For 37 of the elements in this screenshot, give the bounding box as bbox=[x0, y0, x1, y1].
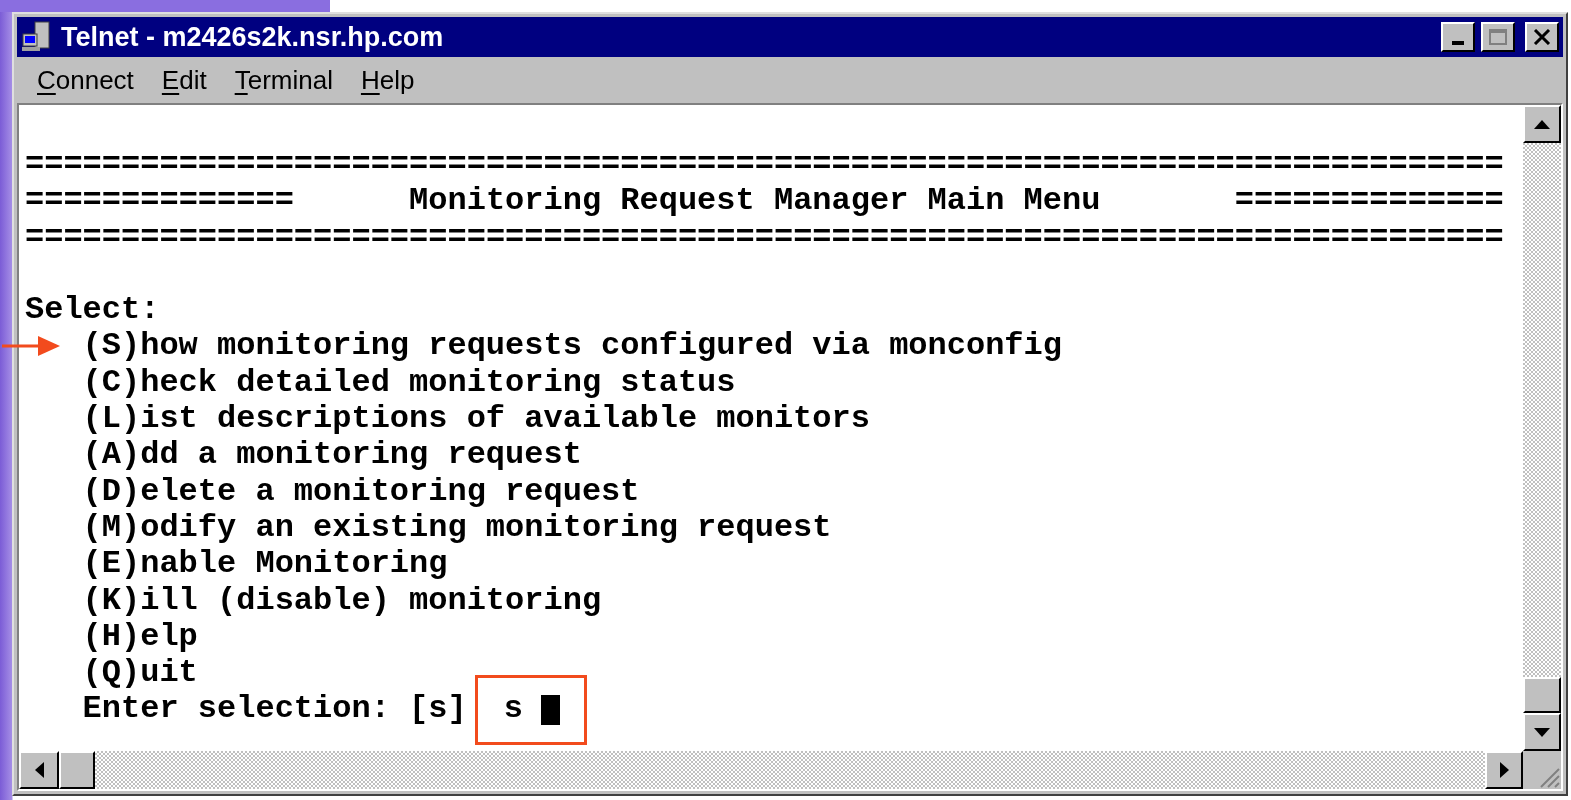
terminal-line: (H)elp bbox=[82, 617, 198, 655]
terminal-line: (M)odify an existing monitoring request bbox=[82, 508, 832, 546]
vertical-scrollbar[interactable] bbox=[1523, 105, 1561, 751]
window-title: Telnet - m2426s2k.nsr.hp.com bbox=[61, 23, 444, 51]
close-icon bbox=[1533, 29, 1551, 45]
terminal-line: (E)nable Monitoring bbox=[82, 545, 448, 583]
right-arrow-icon bbox=[1499, 762, 1509, 778]
terminal-line: ============================================================================= bbox=[25, 218, 1504, 256]
horizontal-scrollbar[interactable] bbox=[19, 751, 1523, 789]
scroll-thumb[interactable] bbox=[59, 751, 95, 789]
scroll-up-button[interactable] bbox=[1523, 105, 1561, 143]
input-field[interactable]: s bbox=[474, 674, 587, 745]
terminal-line: (D)elete a monitoring request bbox=[82, 472, 640, 510]
terminal-line: (C)heck detailed monitoring status bbox=[82, 363, 736, 401]
menu-item[interactable]: Terminal bbox=[234, 67, 333, 93]
terminal-line: (A)dd a monitoring request bbox=[82, 436, 582, 474]
left-arrow-icon bbox=[34, 762, 44, 778]
terminal-line: ============================================================================= bbox=[25, 146, 1504, 183]
scroll-thumb[interactable] bbox=[1523, 677, 1561, 713]
scroll-left-button[interactable] bbox=[19, 751, 59, 789]
up-arrow-icon bbox=[1534, 119, 1550, 129]
input-prompt: Enter selection: [s] bbox=[82, 691, 467, 728]
terminal-line: (L)ist descriptions of available monitors bbox=[82, 400, 870, 438]
menu-item[interactable]: Connect bbox=[37, 67, 134, 93]
minimize-button[interactable] bbox=[1441, 22, 1475, 52]
terminal-line: (Q)uit bbox=[82, 654, 198, 692]
close-button[interactable] bbox=[1525, 22, 1559, 52]
menu-item[interactable]: Edit bbox=[161, 67, 207, 93]
menu-item[interactable]: Help bbox=[360, 67, 415, 93]
down-arrow-icon bbox=[1534, 727, 1550, 737]
terminal-line: (S)how monitoring requests configured via monconfig bbox=[82, 327, 1062, 365]
terminal-line: (K)ill (disable) monitoring bbox=[82, 581, 602, 619]
terminal-line: Select: bbox=[25, 291, 160, 329]
scroll-right-button[interactable] bbox=[1485, 751, 1523, 789]
maximize-button[interactable] bbox=[1481, 22, 1515, 52]
scroll-down-button[interactable] bbox=[1523, 713, 1561, 751]
terminal-line: ============== Monitoring Request Manager Main Menu ============== bbox=[25, 182, 1504, 220]
